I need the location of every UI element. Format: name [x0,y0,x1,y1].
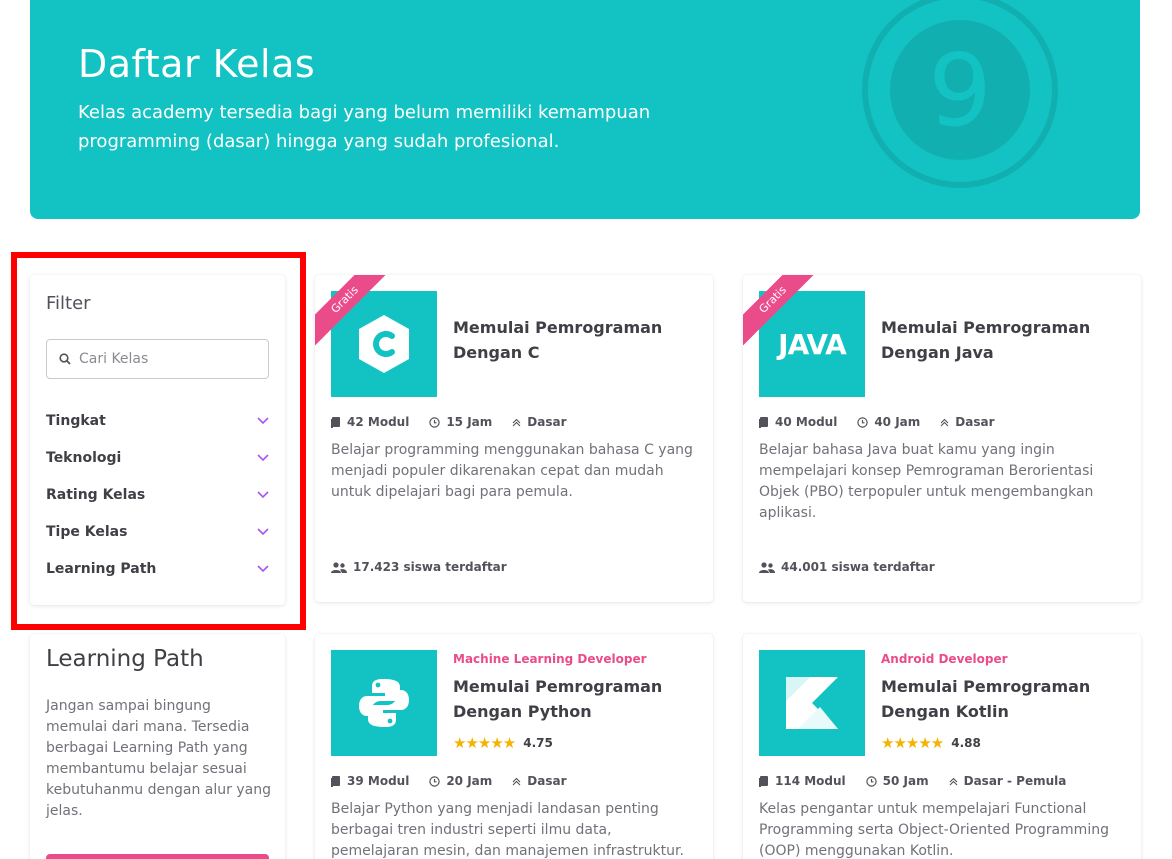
java-logo: JAVA [778,327,847,361]
course-title[interactable]: Memulai Pemrograman Dengan Java [881,315,1121,365]
chevron-up-icon [949,777,958,785]
module-count: 114 Modul [759,774,846,788]
users-icon [759,561,775,573]
learning-path-tag[interactable]: Android Developer [881,652,1008,666]
course-meta: 42 Modul 15 Jam Dasar [331,415,586,429]
learning-path-text: Jangan sampai bingung memulai dari mana.… [46,698,271,819]
learning-path-panel: Learning Path Jangan sampai bingung memu… [30,634,285,859]
book-icon [331,775,340,787]
chevron-up-icon [512,418,521,426]
student-count: 44.001 siswa terdaftar [759,560,935,574]
course-thumbnail [331,650,437,756]
users-icon [331,561,347,573]
course-title[interactable]: Memulai Pemrograman Dengan Python [453,674,693,724]
course-description: Kelas pengantar untuk mempelajari Functi… [759,801,1109,859]
student-count: 17.423 siswa terdaftar [331,560,507,574]
chevron-up-icon [512,777,521,785]
learning-path-title: Learning Path [46,646,204,672]
module-count: 39 Modul [331,774,409,788]
python-logo-icon [359,679,409,727]
highlight-box [11,252,306,630]
learning-path-tag[interactable]: Machine Learning Developer [453,652,647,666]
course-level: Dasar - Pemula [949,774,1066,788]
course-level: Dasar [512,774,566,788]
kotlin-logo-icon [786,677,838,729]
course-description: Belajar programming menggunakan bahasa C… [331,442,693,500]
c-language-icon [359,315,409,373]
course-description: Belajar Python yang menjadi landasan pen… [331,801,684,859]
course-meta: 114 Modul 50 Jam Dasar - Pemula [759,774,1086,788]
clock-icon [429,775,441,787]
course-card-kotlin[interactable]: Android Developer Memulai Pemrograman De… [743,634,1141,859]
course-title[interactable]: Memulai Pemrograman Dengan C [453,315,693,365]
star-rating-icon: ★★★★★ [881,734,944,752]
course-duration: 15 Jam [429,415,492,429]
academy-watermark-icon: 9 [862,0,1058,188]
course-duration: 40 Jam [857,415,920,429]
learning-path-button[interactable] [46,854,269,859]
chevron-up-icon [940,418,949,426]
course-description: Belajar bahasa Java buat kamu yang ingin… [759,442,1094,521]
book-icon [759,416,768,428]
course-level: Dasar [512,415,566,429]
module-count: 42 Modul [331,415,409,429]
page-title: Daftar Kelas [78,42,316,86]
course-rating: ★★★★★ 4.88 [881,734,981,752]
star-rating-icon: ★★★★★ [453,734,516,752]
course-level: Dasar [940,415,994,429]
course-meta: 39 Modul 20 Jam Dasar [331,774,586,788]
hero-banner: 9 Daftar Kelas Kelas academy tersedia ba… [30,0,1140,219]
clock-icon [865,775,877,787]
course-card-java[interactable]: JAVA Gratis Memulai Pemrograman Dengan J… [743,275,1141,602]
book-icon [759,775,768,787]
clock-icon [429,416,441,428]
clock-icon [857,416,869,428]
course-rating: ★★★★★ 4.75 [453,734,553,752]
course-card-python[interactable]: Machine Learning Developer Memulai Pemro… [315,634,713,859]
course-meta: 40 Modul 40 Jam Dasar [759,415,1014,429]
book-icon [331,416,340,428]
course-duration: 50 Jam [865,774,929,788]
svg-text:9: 9 [928,32,992,149]
course-thumbnail [759,650,865,756]
course-duration: 20 Jam [429,774,492,788]
course-title[interactable]: Memulai Pemrograman Dengan Kotlin [881,674,1121,724]
course-card-c[interactable]: Gratis Memulai Pemrograman Dengan C 42 M… [315,275,713,602]
page-subtitle: Kelas academy tersedia bagi yang belum m… [78,102,651,152]
module-count: 40 Modul [759,415,837,429]
